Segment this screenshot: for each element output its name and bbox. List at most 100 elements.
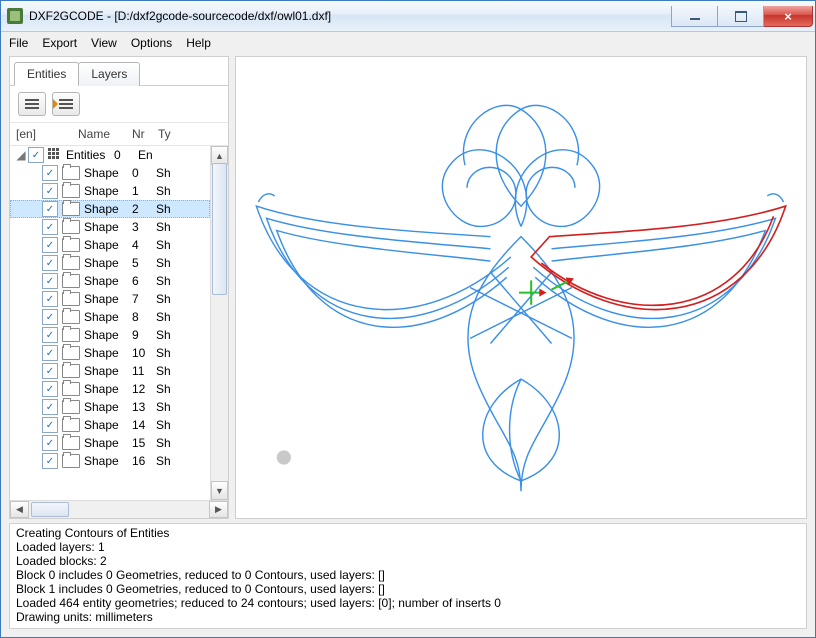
shape-icon	[62, 454, 80, 468]
tree-type-cell: Sh	[156, 256, 176, 270]
tree-type-cell: Sh	[156, 346, 176, 360]
tree-name-cell: Shape	[84, 364, 132, 378]
tree-shape-row[interactable]: Shape4Sh	[10, 236, 210, 254]
scroll-down-button[interactable]: ▼	[211, 481, 228, 500]
hscroll-left-button[interactable]: ◀	[10, 501, 29, 518]
tree-checkbox[interactable]	[42, 291, 58, 307]
menu-help[interactable]: Help	[186, 36, 211, 50]
menu-file[interactable]: File	[9, 36, 28, 50]
minimize-button[interactable]	[671, 6, 718, 27]
tree-name-cell: Shape	[84, 382, 132, 396]
tree-header[interactable]: [en] Name Nr Ty	[10, 123, 228, 146]
close-button[interactable]: ×	[764, 6, 813, 27]
tree-nr-cell: 8	[132, 310, 156, 324]
tree-name-cell: Shape	[84, 166, 132, 180]
tree-nr-cell: 1	[132, 184, 156, 198]
drawing-canvas[interactable]	[235, 56, 807, 519]
tree-vertical-scrollbar[interactable]: ▲ ▼	[210, 146, 228, 500]
scroll-thumb[interactable]	[212, 163, 227, 295]
shape-icon	[62, 166, 80, 180]
tree-toolbar	[10, 86, 228, 123]
tree-checkbox[interactable]	[42, 183, 58, 199]
tree-shape-row[interactable]: Shape10Sh	[10, 344, 210, 362]
tree-nr-cell: 4	[132, 238, 156, 252]
tree-checkbox[interactable]	[42, 381, 58, 397]
menu-options[interactable]: Options	[131, 36, 172, 50]
tree-col-en[interactable]: [en]	[16, 127, 78, 141]
tree-checkbox[interactable]	[28, 147, 44, 163]
tree-shape-row[interactable]: Shape3Sh	[10, 218, 210, 236]
tree-shape-row[interactable]: Shape12Sh	[10, 380, 210, 398]
tree-name-cell: Entities	[66, 148, 114, 162]
tree-col-ty[interactable]: Ty	[158, 127, 178, 141]
tree-name-cell: Shape	[84, 418, 132, 432]
tree-name-cell: Shape	[84, 256, 132, 270]
tree-name-cell: Shape	[84, 454, 132, 468]
tree-checkbox[interactable]	[42, 255, 58, 271]
shape-icon	[62, 310, 80, 324]
tree-checkbox[interactable]	[42, 417, 58, 433]
tree-checkbox[interactable]	[42, 201, 58, 217]
tab-layers[interactable]: Layers	[78, 62, 140, 86]
tree-checkbox[interactable]	[42, 345, 58, 361]
shape-icon	[62, 220, 80, 234]
tree-checkbox[interactable]	[42, 219, 58, 235]
tree-shape-row[interactable]: Shape15Sh	[10, 434, 210, 452]
tree-shape-row[interactable]: Shape11Sh	[10, 362, 210, 380]
tree-type-cell: Sh	[156, 292, 176, 306]
shape-icon	[62, 382, 80, 396]
tab-entities[interactable]: Entities	[14, 62, 79, 86]
tree-name-cell: Shape	[84, 346, 132, 360]
tree-shape-row[interactable]: Shape1Sh	[10, 182, 210, 200]
owl-drawing	[236, 57, 806, 518]
tree-checkbox[interactable]	[42, 363, 58, 379]
tree-checkbox[interactable]	[42, 237, 58, 253]
tree-checkbox[interactable]	[42, 165, 58, 181]
tree-shape-row[interactable]: Shape2Sh	[10, 200, 210, 218]
tree-checkbox[interactable]	[42, 309, 58, 325]
window-buttons: ×	[671, 6, 813, 26]
shape-icon	[62, 238, 80, 252]
tree-shape-row[interactable]: Shape9Sh	[10, 326, 210, 344]
tree-col-name[interactable]: Name	[78, 127, 132, 141]
menu-export[interactable]: Export	[42, 36, 77, 50]
shape-icon	[62, 292, 80, 306]
tree-checkbox[interactable]	[42, 453, 58, 469]
tree-nr-cell: 14	[132, 418, 156, 432]
tree-col-nr[interactable]: Nr	[132, 127, 158, 141]
shape-icon	[62, 256, 80, 270]
tree-horizontal-scrollbar[interactable]: ◀ ▶	[10, 500, 228, 518]
tree-shape-row[interactable]: Shape6Sh	[10, 272, 210, 290]
tree-root-row[interactable]: ◢Entities0En	[10, 146, 210, 164]
log-panel[interactable]: Creating Contours of Entities Loaded lay…	[9, 523, 807, 629]
hscroll-right-button[interactable]: ▶	[209, 501, 228, 518]
tree-checkbox[interactable]	[42, 435, 58, 451]
tree-nr-cell: 12	[132, 382, 156, 396]
tree-checkbox[interactable]	[42, 273, 58, 289]
tree-shape-row[interactable]: Shape16Sh	[10, 452, 210, 470]
tabs: Entities Layers	[10, 57, 228, 86]
maximize-button[interactable]	[718, 6, 764, 27]
tree-shape-row[interactable]: Shape14Sh	[10, 416, 210, 434]
tree-type-cell: Sh	[156, 184, 176, 198]
tree-shape-row[interactable]: Shape7Sh	[10, 290, 210, 308]
shape-icon	[62, 202, 80, 216]
collapse-all-button[interactable]	[18, 92, 46, 116]
tree-checkbox[interactable]	[42, 399, 58, 415]
titlebar[interactable]: DXF2GCODE - [D:/dxf2gcode-sourcecode/dxf…	[1, 1, 815, 32]
tree-type-cell: Sh	[156, 202, 176, 216]
tree-shape-row[interactable]: Shape0Sh	[10, 164, 210, 182]
tree-checkbox[interactable]	[42, 327, 58, 343]
hscroll-thumb[interactable]	[31, 502, 69, 517]
menu-view[interactable]: View	[91, 36, 117, 50]
shape-icon	[62, 274, 80, 288]
tree-shape-row[interactable]: Shape8Sh	[10, 308, 210, 326]
tree-nr-cell: 5	[132, 256, 156, 270]
tree-shape-row[interactable]: Shape5Sh	[10, 254, 210, 272]
tree-view: [en] Name Nr Ty ◢Entities0EnShape0ShShap…	[10, 123, 228, 518]
tree-nr-cell: 0	[114, 148, 138, 162]
tree-shape-row[interactable]: Shape13Sh	[10, 398, 210, 416]
expand-toggle-icon[interactable]: ◢	[14, 148, 28, 162]
log-line: Block 1 includes 0 Geometries, reduced t…	[16, 582, 800, 596]
expand-all-button[interactable]	[52, 92, 80, 116]
